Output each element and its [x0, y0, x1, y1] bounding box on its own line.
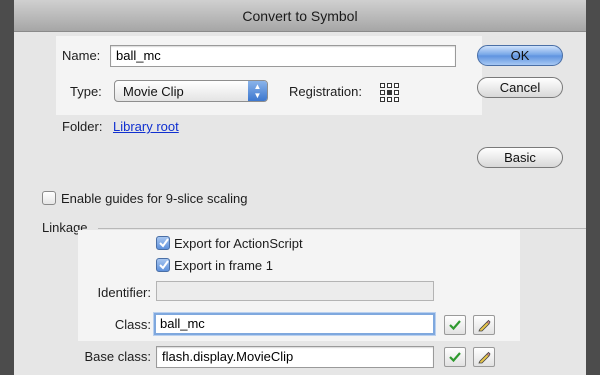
export-actionscript-checkbox[interactable] — [156, 236, 170, 250]
class-field[interactable]: ball_mc — [154, 313, 435, 335]
ok-button[interactable]: OK — [477, 45, 563, 66]
checkmark-icon — [159, 260, 169, 270]
base-class-label: Base class: — [84, 349, 151, 364]
identifier-label: Identifier: — [97, 285, 151, 300]
cancel-button[interactable]: Cancel — [477, 77, 563, 98]
folder-link[interactable]: Library root — [113, 119, 179, 134]
export-actionscript-label: Export for ActionScript — [174, 236, 303, 251]
type-label: Type: — [70, 84, 102, 99]
validate-base-class-button[interactable] — [444, 347, 466, 367]
checkmark-icon — [159, 238, 169, 248]
folder-label: Folder: — [62, 119, 103, 134]
export-frame1-checkbox[interactable] — [156, 258, 170, 272]
linkage-divider — [98, 228, 586, 229]
validate-class-button[interactable] — [444, 315, 466, 335]
class-label: Class: — [114, 317, 151, 332]
name-label: Name: — [62, 48, 101, 63]
nine-slice-checkbox[interactable] — [42, 191, 56, 205]
window-edge-right — [586, 0, 600, 375]
registration-label: Registration: — [289, 84, 362, 99]
chevron-updown-icon: ▲ ▼ — [248, 81, 267, 101]
convert-to-symbol-dialog: Convert to Symbol Name: ball_mc Type: Mo… — [14, 0, 586, 375]
pencil-icon — [478, 351, 491, 364]
edit-base-class-button[interactable] — [473, 347, 495, 367]
registration-grid-icon[interactable] — [380, 83, 402, 105]
basic-button[interactable]: Basic — [477, 147, 563, 168]
base-class-field[interactable]: flash.display.MovieClip — [156, 346, 434, 368]
pencil-icon — [478, 319, 491, 332]
check-icon — [449, 352, 461, 363]
edit-class-button[interactable] — [473, 315, 495, 335]
nine-slice-label: Enable guides for 9-slice scaling — [61, 191, 248, 206]
name-field[interactable]: ball_mc — [110, 45, 456, 67]
window-edge-left — [0, 0, 14, 375]
identifier-field[interactable] — [156, 281, 434, 301]
type-select-value: Movie Clip — [123, 84, 184, 99]
check-icon — [449, 320, 461, 331]
type-select[interactable]: Movie Clip ▲ ▼ — [114, 80, 268, 102]
dialog-title: Convert to Symbol — [14, 0, 586, 32]
export-frame1-label: Export in frame 1 — [174, 258, 273, 273]
